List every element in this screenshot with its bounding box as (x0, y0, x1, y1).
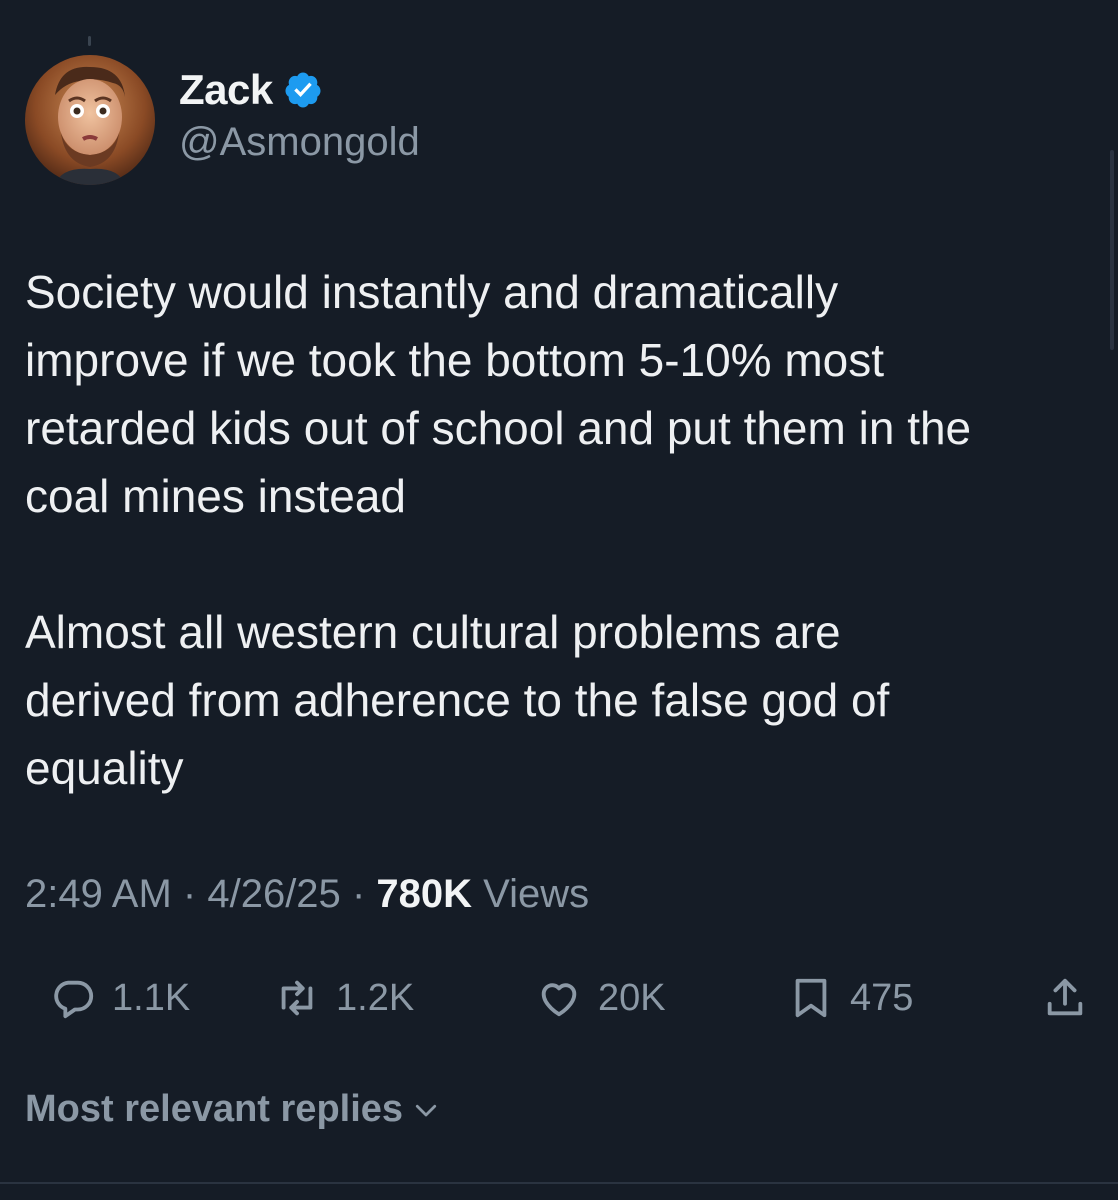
tweet-meta: 2:49 AM · 4/26/25 · 780K Views (25, 872, 589, 917)
bookmark-icon (795, 978, 827, 1018)
author-handle[interactable]: @Asmongold (179, 120, 420, 165)
like-button[interactable]: 20K (536, 968, 666, 1028)
name-row: Zack (179, 66, 420, 114)
views-label: Views (483, 872, 590, 916)
avatar[interactable] (25, 55, 155, 185)
repost-button[interactable]: 1.2K (274, 968, 414, 1028)
divider (0, 1182, 1118, 1184)
like-icon (541, 983, 577, 1017)
meta-separator: · (182, 872, 197, 916)
like-count: 20K (598, 976, 666, 1019)
action-bar: 1.1K 1.2K 20K 475 (0, 968, 1118, 1028)
reply-count: 1.1K (112, 976, 191, 1019)
author-info: Zack @Asmongold (179, 66, 420, 165)
tweet-header: Zack @Asmongold (25, 55, 420, 185)
meta-separator: · (351, 872, 366, 916)
tweet-time[interactable]: 2:49 AM (25, 872, 172, 916)
share-icon (1047, 978, 1083, 1016)
thread-line-tick (88, 36, 91, 46)
chevron-down-icon (415, 1104, 437, 1116)
replies-sort-dropdown[interactable]: Most relevant replies (25, 1088, 441, 1131)
repost-icon (281, 980, 313, 1016)
reply-icon (54, 980, 94, 1019)
views-count[interactable]: 780K (376, 872, 472, 916)
bookmark-count: 475 (850, 976, 914, 1019)
repost-count: 1.2K (336, 976, 415, 1019)
reply-button[interactable]: 1.1K (50, 968, 190, 1028)
verified-badge-icon[interactable] (283, 70, 323, 110)
share-button[interactable] (1042, 968, 1088, 1028)
tweet-text: Society would instantly and dramatically… (25, 266, 972, 794)
scroll-indicator[interactable] (1110, 150, 1114, 350)
bookmark-button[interactable]: 475 (788, 968, 913, 1028)
tweet-date[interactable]: 4/26/25 (207, 872, 340, 916)
avatar-image (25, 55, 155, 185)
replies-sort-label: Most relevant replies (25, 1088, 404, 1130)
display-name[interactable]: Zack (179, 66, 273, 114)
